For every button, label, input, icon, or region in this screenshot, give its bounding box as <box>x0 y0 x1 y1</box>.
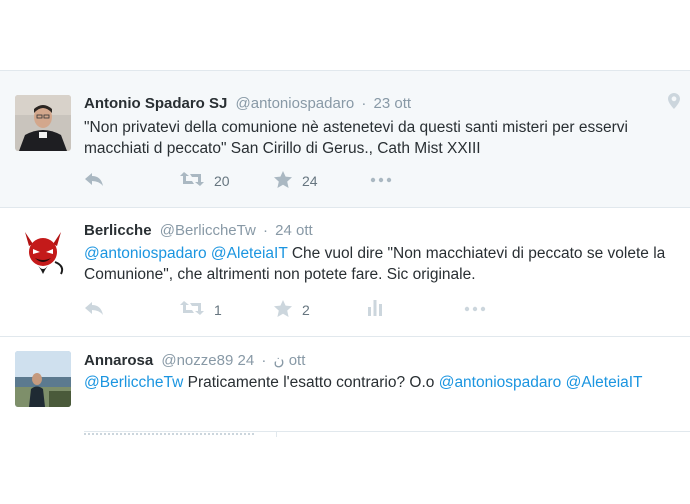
embedded-preview-stub <box>84 433 254 437</box>
reply-icon <box>84 300 104 319</box>
tweet-time[interactable]: 24 ott <box>237 352 305 369</box>
separator-dot: · <box>261 352 267 369</box>
user-handle[interactable]: @antoniospadaro <box>236 95 355 112</box>
mention-link[interactable]: @antoniospadaro <box>439 374 562 391</box>
user-name[interactable]: Antonio Spadaro SJ <box>84 95 227 112</box>
mention-link[interactable]: @BerliccheTw <box>84 374 183 391</box>
tweet-text: @antoniospadaro @AleteiaIT Che vuol dire… <box>84 243 674 285</box>
tweet-header: Berlicche @BerliccheTw · 24 ott <box>84 222 313 239</box>
reply-button[interactable] <box>84 171 104 190</box>
retweet-icon <box>180 171 204 190</box>
tweet-text: @BerliccheTw Praticamente l'esatto contr… <box>84 372 674 393</box>
tweet-text-content: "Non privatevi della comunione nè astene… <box>84 119 628 157</box>
star-icon <box>274 300 292 320</box>
stats-icon <box>368 300 382 319</box>
retweet-count: 1 <box>214 301 222 318</box>
avatar[interactable] <box>15 351 71 407</box>
retweet-button[interactable]: 20 <box>180 171 230 190</box>
like-count: 24 <box>302 173 318 189</box>
retweet-count: 20 <box>214 172 230 189</box>
more-button[interactable] <box>464 300 486 315</box>
like-count: 2 <box>302 302 310 318</box>
avatar[interactable] <box>15 222 71 278</box>
retweet-icon <box>180 300 204 319</box>
retweet-button[interactable]: 1 <box>180 300 222 319</box>
mention-link[interactable]: @AleteiaIT <box>566 374 643 391</box>
tweet-feed: Antonio Spadaro SJ @antoniospadaro · 23 … <box>0 70 690 437</box>
user-handle[interactable]: @BerliccheTw <box>160 222 256 239</box>
more-button[interactable] <box>370 171 392 186</box>
separator-dot: · <box>361 95 367 112</box>
embedded-preview-separator <box>276 431 277 437</box>
mention-link[interactable]: @antoniospadaro <box>84 245 207 262</box>
tweet-time[interactable]: 23 ott <box>374 95 412 112</box>
separator-dot: · <box>262 222 268 239</box>
tweet-item[interactable]: Annarosa @nozze89 ن · 24 ott @BerliccheT… <box>0 337 690 437</box>
embedded-preview-divider <box>84 431 690 432</box>
user-handle[interactable]: @nozze89 <box>161 352 233 369</box>
reply-icon <box>84 171 104 190</box>
avatar[interactable] <box>15 95 71 151</box>
reply-button[interactable] <box>84 300 104 319</box>
like-button[interactable]: 2 <box>274 300 310 320</box>
stats-button[interactable] <box>368 300 382 319</box>
more-icon <box>464 300 486 315</box>
tweet-item[interactable]: Berlicche @BerliccheTw · 24 ott @antonio… <box>0 208 690 337</box>
tweet-text-content: Praticamente l'esatto contrario? O.o <box>187 374 435 391</box>
tweet-item[interactable]: Antonio Spadaro SJ @antoniospadaro · 23 … <box>0 79 690 208</box>
location-pin-icon[interactable] <box>668 93 680 114</box>
tweet-header: Antonio Spadaro SJ @antoniospadaro · 23 … <box>84 95 411 112</box>
handle-glyph: ن <box>273 352 285 369</box>
more-icon <box>370 171 392 186</box>
like-button[interactable]: 24 <box>274 171 318 191</box>
user-name[interactable]: Annarosa <box>84 352 153 369</box>
star-icon <box>274 171 292 191</box>
tweet-text: "Non privatevi della comunione nè astene… <box>84 117 674 159</box>
mention-link[interactable]: @AleteiaIT <box>211 245 288 262</box>
user-name[interactable]: Berlicche <box>84 222 152 239</box>
tweet-header: Annarosa @nozze89 ن · 24 ott <box>84 351 305 369</box>
tweet-time[interactable]: 24 ott <box>275 222 313 239</box>
